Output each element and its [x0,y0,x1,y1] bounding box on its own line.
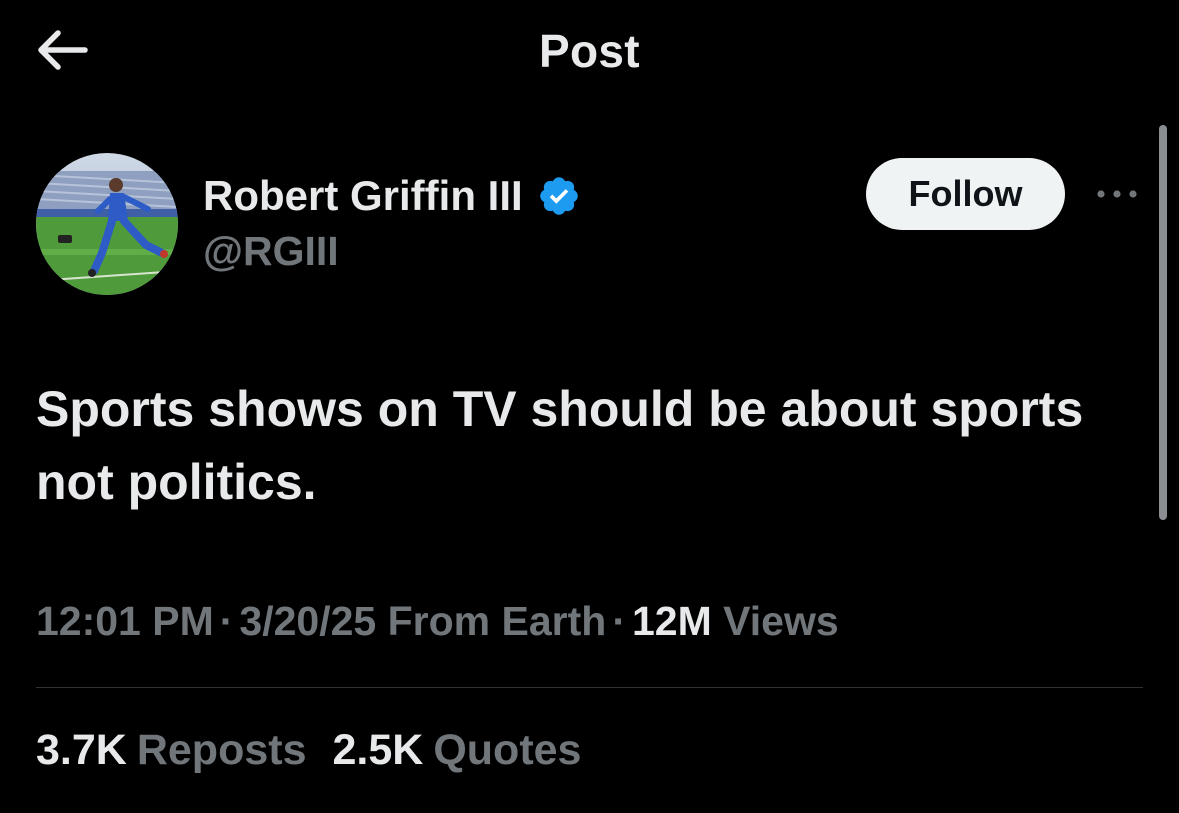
reposts-count: 3.7K [36,726,127,774]
page-title: Post [539,25,640,77]
avatar[interactable] [36,153,178,295]
post-meta: 12:01 PM · 3/20/25 From Earth · 12M Views [36,598,839,645]
more-options-button[interactable] [1092,178,1142,210]
engagement-stats: 3.7K Reposts 2.5K Quotes [36,726,607,775]
divider [36,687,1143,688]
meta-separator: · [219,598,234,644]
post-date[interactable]: 3/20/25 [239,598,376,644]
top-bar: Post [0,0,1179,105]
follow-button[interactable]: Follow [866,158,1065,230]
views-count: 12M [631,598,712,644]
author-display-name[interactable]: Robert Griffin III [203,172,523,220]
post-source: From Earth [387,598,607,644]
more-horizontal-icon [1097,190,1137,198]
avatar-image [36,153,178,295]
quotes-count: 2.5K [332,726,424,774]
post-time[interactable]: 12:01 PM [36,598,214,644]
author-handle[interactable]: @RGIII [203,228,339,275]
meta-separator: · [612,598,626,644]
reposts-label: Reposts [136,726,307,774]
quotes-stat[interactable]: 2.5K Quotes [333,726,582,775]
reposts-stat[interactable]: 3.7K Reposts [36,726,307,775]
views-label: Views [723,598,839,644]
verified-badge-icon [537,174,581,218]
quotes-label: Quotes [433,726,582,774]
scrollbar[interactable] [1159,125,1167,520]
post-text: Sports shows on TV should be about sport… [36,381,1084,510]
author-name-row: Robert Griffin III [203,170,581,222]
